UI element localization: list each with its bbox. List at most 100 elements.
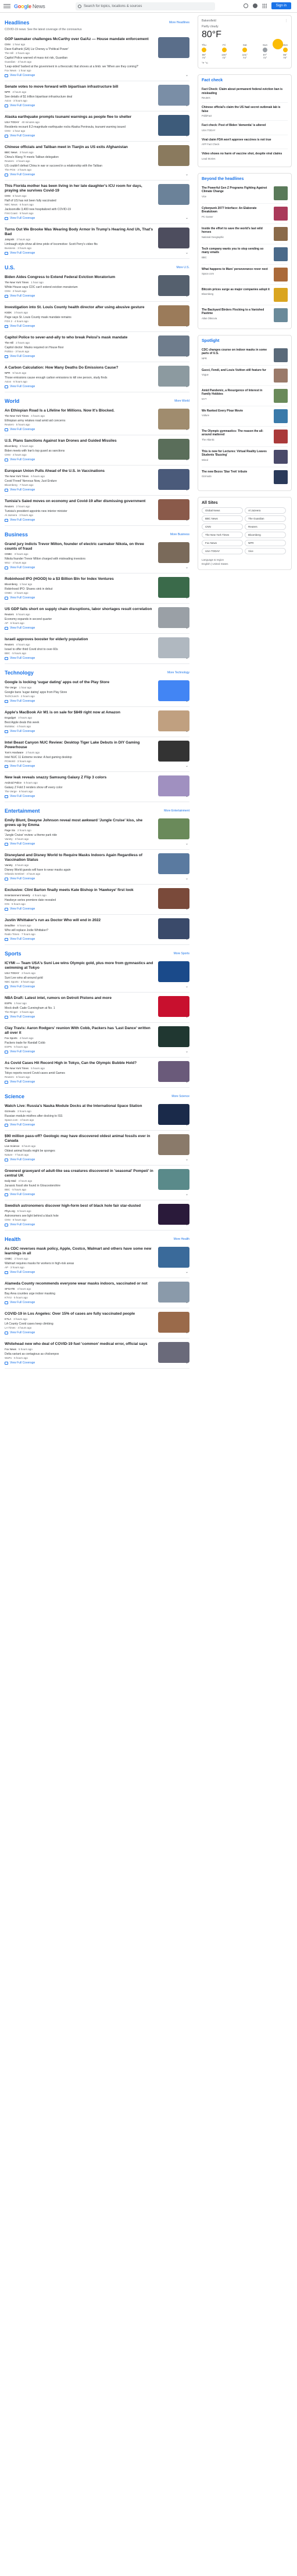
story-thumbnail[interactable] <box>158 1134 189 1155</box>
spotlight-item[interactable]: CDC changes course on indoor masks in so… <box>202 345 288 366</box>
local-item-thumbnail[interactable] <box>274 226 288 241</box>
story-thumbnail[interactable] <box>158 1342 189 1363</box>
local-item-headline[interactable]: Inside the effort to save the world's la… <box>202 227 271 234</box>
story-source[interactable]: USA TODAY <box>5 972 19 975</box>
local-item-thumbnail[interactable] <box>274 186 288 200</box>
full-coverage-link[interactable]: View Full Coverage <box>5 488 155 492</box>
related-headline[interactable]: Half of US has not been fully vaccinated <box>5 199 155 203</box>
local-item[interactable]: Bitcoin prices surge as major companies … <box>202 285 288 305</box>
section-subtitle[interactable]: COVID-19 news: See the latest coverage o… <box>5 28 189 31</box>
full-coverage-link[interactable]: View Full Coverage <box>5 518 155 522</box>
full-coverage-link[interactable]: View Full Coverage <box>5 699 155 703</box>
story-thumbnail[interactable] <box>158 469 189 490</box>
related-headline[interactable]: Suni Lee wins all-around gold <box>5 976 155 980</box>
related-headline[interactable]: Robinhood IPO: Shares sink in debut <box>5 587 155 591</box>
spotlight-item-headline[interactable]: Gucci, Fendi, and Louis Vuitton still fe… <box>202 369 271 373</box>
expand-icon[interactable]: ⌄ <box>185 626 188 630</box>
spotlight-item-headline[interactable]: Amid Pandemic, a Resurgence of Interest … <box>202 389 271 396</box>
related-headline[interactable]: Intel NUC 11 Extreme review: A fast gami… <box>5 756 155 760</box>
story-thumbnail[interactable] <box>158 542 189 563</box>
full-coverage-link[interactable]: View Full Coverage <box>5 458 155 461</box>
source-chip[interactable]: The New York Times <box>202 531 244 538</box>
story-thumbnail[interactable] <box>158 275 189 296</box>
story-headline[interactable]: As CDC reverses mask policy, Apple, Cost… <box>5 1247 155 1256</box>
full-coverage-link[interactable]: View Full Coverage <box>5 566 155 569</box>
full-coverage-link[interactable]: View Full Coverage <box>5 173 155 176</box>
full-coverage-link[interactable]: View Full Coverage <box>5 985 155 988</box>
full-coverage-link[interactable]: View Full Coverage <box>5 842 155 846</box>
story-thumbnail[interactable] <box>158 228 189 248</box>
more-link[interactable]: More Entertainment <box>164 809 189 813</box>
story-thumbnail[interactable] <box>158 439 189 460</box>
source-chip[interactable]: Vice <box>245 547 287 554</box>
local-item-thumbnail[interactable] <box>274 267 288 282</box>
spotlight-item[interactable]: This is new for Lectures: Virtual Realit… <box>202 447 288 467</box>
full-coverage-link[interactable]: View Full Coverage <box>5 1193 155 1196</box>
spotlight-item-thumbnail[interactable] <box>274 348 288 362</box>
full-coverage-link[interactable]: View Full Coverage <box>5 937 155 941</box>
factcheck-item-headline[interactable]: Video shows no harm of vaccine shot, des… <box>202 152 288 156</box>
story-thumbnail[interactable] <box>158 115 189 136</box>
story-headline[interactable]: Chinese officials and Taliban meet in Ti… <box>5 145 155 150</box>
expand-icon[interactable]: ⌄ <box>185 596 188 600</box>
story-headline[interactable]: Turns Out We Brooke Was Wearing Body Arm… <box>5 228 155 237</box>
expand-icon[interactable]: ⌄ <box>185 294 188 298</box>
factcheck-item[interactable]: Viral claim FDA won't approve vaccines i… <box>202 135 288 149</box>
full-coverage-link[interactable]: View Full Coverage <box>5 1015 155 1019</box>
more-link[interactable]: More Health <box>174 1238 189 1241</box>
story-source[interactable]: CNBC <box>5 553 12 555</box>
full-coverage-link[interactable]: View Full Coverage <box>5 1050 155 1054</box>
story-thumbnail[interactable] <box>158 818 189 839</box>
source-chip[interactable]: Bloomberg <box>245 531 287 538</box>
story-source[interactable]: The New York Times <box>5 1067 28 1070</box>
more-link[interactable]: More Headlines <box>169 21 189 24</box>
full-coverage-link[interactable]: View Full Coverage <box>5 385 155 388</box>
source-chip[interactable]: Al Jazeera <box>245 507 287 514</box>
full-coverage-link[interactable]: View Full Coverage <box>5 1301 155 1304</box>
story-headline[interactable]: US GDP falls short on supply chain disru… <box>5 607 155 612</box>
story-source[interactable]: The New York Times <box>5 281 28 284</box>
expand-icon[interactable]: ⌄ <box>185 1080 188 1084</box>
sign-in-button[interactable]: Sign in <box>271 2 291 9</box>
story-source[interactable]: USA TODAY <box>5 121 19 124</box>
story-headline[interactable]: Alameda County recommends everyone wear … <box>5 1282 155 1286</box>
google-news-logo[interactable]: Google News <box>14 3 45 9</box>
story-source[interactable]: Reuters <box>5 643 14 646</box>
expand-icon[interactable]: ⌄ <box>185 1157 188 1161</box>
local-item[interactable]: Tech company wants you to stop sending s… <box>202 244 288 265</box>
story-source[interactable]: CNBC <box>5 1257 12 1260</box>
spotlight-item[interactable]: Gucci, Fendi, and Louis Vuitton still fe… <box>202 366 288 386</box>
story-thumbnail[interactable] <box>158 305 189 326</box>
factcheck-item[interactable]: Video shows no harm of vaccine shot, des… <box>202 149 288 163</box>
factcheck-item-headline[interactable]: Fact Check: Claim about permanent federa… <box>202 88 288 95</box>
story-source[interactable]: Bloomberg <box>5 445 17 448</box>
story-source[interactable]: Entertainment Weekly <box>5 894 30 897</box>
related-headline[interactable]: Delta variant as contagious as chickenpo… <box>5 1352 155 1356</box>
spotlight-item-headline[interactable]: This is new for Lectures: Virtual Realit… <box>202 450 271 457</box>
story-headline[interactable]: An Ethiopian Road Is a Lifeline for Mill… <box>5 409 155 413</box>
full-coverage-link[interactable]: View Full Coverage <box>5 217 155 220</box>
story-thumbnail[interactable] <box>158 366 189 387</box>
source-chip[interactable]: Reuters <box>245 523 287 530</box>
story-source[interactable]: NPR <box>5 91 10 93</box>
local-item[interactable]: What happens to Mars' perseverance rover… <box>202 265 288 285</box>
full-coverage-link[interactable]: View Full Coverage <box>5 907 155 911</box>
related-headline[interactable]: Bay Area counties urge indoor masking <box>5 1292 155 1296</box>
related-headline[interactable]: Astronomers see light behind a black hol… <box>5 1214 155 1218</box>
related-headline[interactable]: Capitol Police warned of mass riot risk,… <box>5 56 155 60</box>
story-thumbnail[interactable] <box>158 145 189 166</box>
story-headline[interactable]: Biden Aides Congress to Extend Federal E… <box>5 275 155 280</box>
story-thumbnail[interactable] <box>158 409 189 430</box>
related-headline[interactable]: Tunisia's president appoints new interio… <box>5 510 155 514</box>
expand-icon[interactable]: ⌄ <box>185 1300 188 1304</box>
related-headline[interactable]: Page says St. Louis County mask mandate … <box>5 316 155 320</box>
related-headline[interactable]: Residents recount 8.2-magnitude earthqua… <box>5 125 155 129</box>
more-link[interactable]: More Business <box>170 533 189 536</box>
spotlight-item-headline[interactable]: CDC changes course on indoor masks in so… <box>202 348 271 356</box>
expand-icon[interactable]: ⌄ <box>185 907 188 911</box>
story-headline[interactable]: $90 million pass-off? Geologic may have … <box>5 1134 155 1143</box>
spotlight-item[interactable]: Amid Pandemic, a Resurgence of Interest … <box>202 386 288 406</box>
story-headline[interactable]: This Florida mother has been living in h… <box>5 184 155 193</box>
full-coverage-link[interactable]: View Full Coverage <box>5 626 155 630</box>
menu-icon[interactable] <box>3 4 10 8</box>
